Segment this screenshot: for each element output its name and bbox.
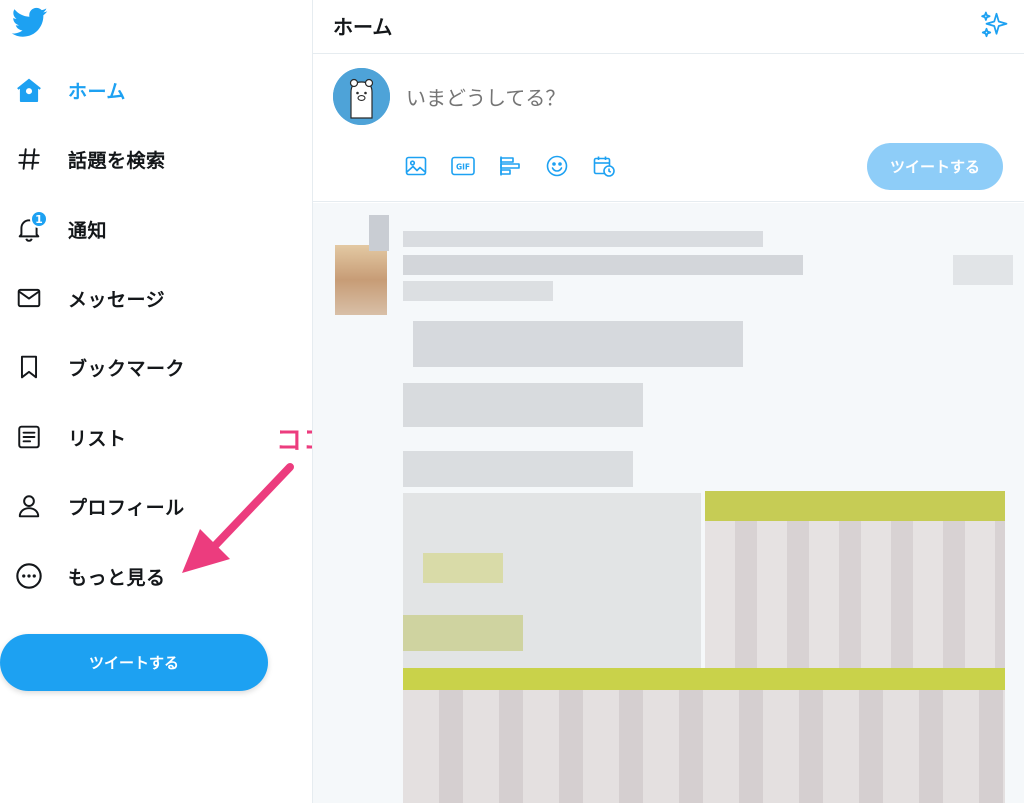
sidebar-item-home[interactable]: ホーム [0, 68, 126, 112]
sidebar-item-label: リスト [68, 427, 127, 450]
blurred-line [403, 255, 803, 275]
tweet-input[interactable] [406, 80, 966, 116]
hashtag-icon [14, 144, 44, 174]
sidebar-item-more[interactable]: もっと見る [0, 554, 166, 598]
home-icon [14, 75, 44, 105]
schedule-icon[interactable] [590, 152, 618, 180]
blurred-table [705, 491, 1005, 521]
page-header: ホーム [313, 0, 1024, 54]
sidebar-item-explore[interactable]: 話題を検索 [0, 137, 166, 181]
gif-icon[interactable]: GIF [449, 152, 477, 180]
sidebar-item-label: もっと見る [68, 566, 166, 589]
more-circle-icon [14, 561, 44, 591]
avatar[interactable] [333, 68, 390, 125]
bookmark-icon [14, 352, 44, 382]
blurred-image [423, 553, 503, 583]
blurred-line [403, 383, 643, 427]
poll-icon[interactable] [496, 152, 524, 180]
bell-icon: 1 [14, 210, 48, 244]
sidebar: ホーム 話題を検索 1 通知 メッセージ ブックマーク リスト プロフィール も… [0, 0, 312, 803]
sidebar-item-label: プロフィール [68, 496, 185, 519]
notification-badge: 1 [30, 210, 48, 228]
image-icon[interactable] [402, 152, 430, 180]
blurred-image [403, 615, 523, 651]
person-icon [14, 491, 44, 521]
blurred-line [369, 215, 389, 251]
envelope-icon [14, 283, 44, 313]
composer-toolbar: GIF [402, 152, 637, 180]
blurred-line [403, 231, 763, 247]
main-column: ホーム GIF [312, 0, 1024, 803]
sidebar-item-label: 通知 [68, 219, 108, 242]
sidebar-item-label: ホーム [68, 80, 126, 103]
blurred-avatar [335, 245, 387, 315]
blurred-line [403, 451, 633, 487]
blurred-line [413, 321, 743, 367]
sidebar-item-messages[interactable]: メッセージ [0, 276, 165, 320]
emoji-icon[interactable] [543, 152, 571, 180]
sidebar-item-notifications[interactable]: 1 通知 [0, 207, 107, 251]
blurred-line [953, 255, 1013, 285]
blurred-line [403, 281, 553, 301]
tweet-composer: GIF ツイートする [313, 54, 1024, 202]
blurred-table [403, 668, 1005, 690]
sidebar-item-label: メッセージ [68, 288, 166, 311]
gif-label: GIF [456, 163, 470, 172]
twitter-logo-icon[interactable] [10, 4, 50, 40]
compose-tweet-button[interactable]: ツイートする [867, 143, 1003, 190]
sidebar-item-label: ブックマーク [68, 357, 186, 380]
page-title: ホーム [333, 15, 393, 39]
sidebar-item-profile[interactable]: プロフィール [0, 484, 185, 528]
timeline-blurred [313, 203, 1024, 803]
list-icon [14, 422, 44, 452]
blurred-table [705, 521, 1005, 671]
annotation-arrow-icon [182, 463, 294, 573]
blurred-table [403, 690, 1005, 803]
sparkle-icon[interactable] [979, 10, 1009, 40]
sidebar-item-bookmarks[interactable]: ブックマーク [0, 345, 185, 389]
sidebar-item-label: 話題を検索 [68, 149, 166, 172]
tweet-button[interactable]: ツイートする [0, 634, 268, 691]
sidebar-item-lists[interactable]: リスト [0, 415, 127, 459]
